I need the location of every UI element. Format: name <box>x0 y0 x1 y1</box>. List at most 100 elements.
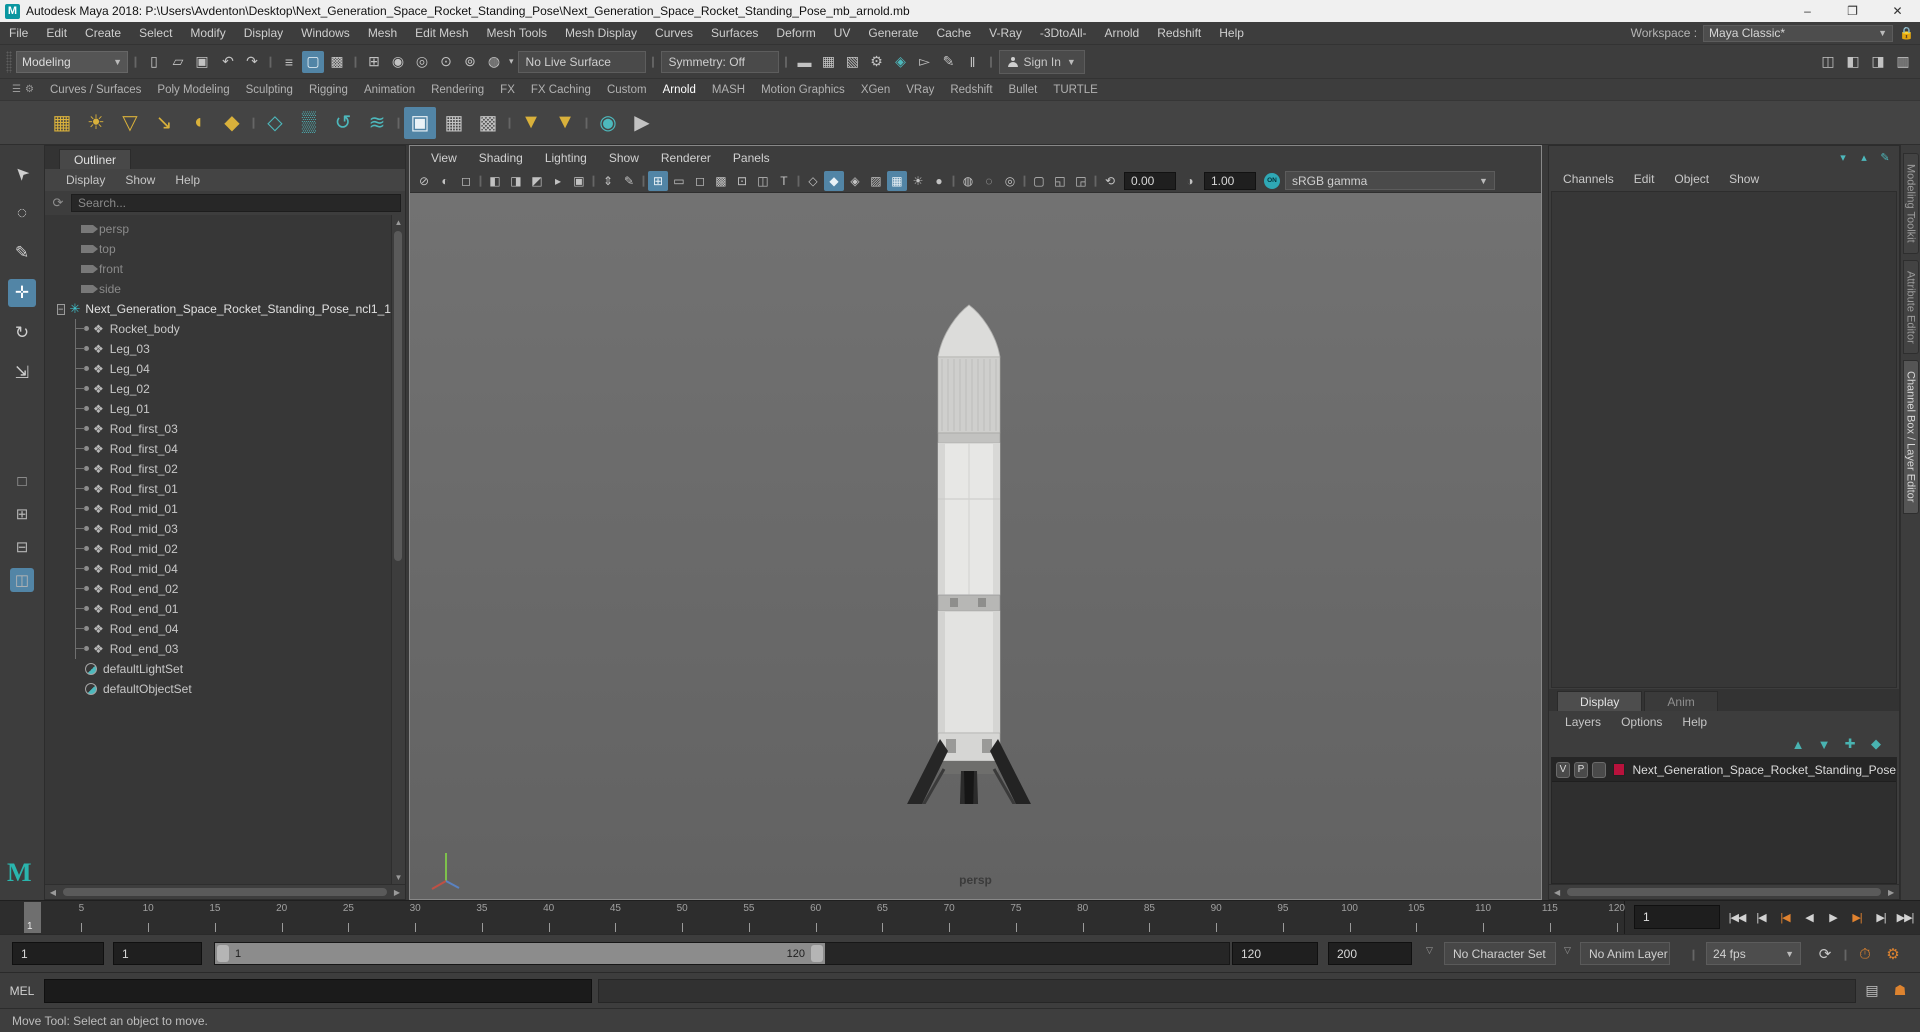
move-tool-icon[interactable]: ✛ <box>7 279 36 307</box>
viewport-shadows-icon[interactable]: ● <box>929 171 949 191</box>
layer-menu-help[interactable]: Help <box>1672 715 1717 729</box>
menu-set-selector[interactable]: Modeling ▼ <box>16 50 128 73</box>
viewport-lock-camera-icon[interactable]: ◨ <box>506 171 526 191</box>
viewport-dim-box-icon[interactable]: ◻ <box>456 171 476 191</box>
shelf-operator-graph-icon[interactable]: ↺ <box>327 107 359 139</box>
viewport-canvas[interactable]: persp <box>409 193 1542 899</box>
go-to-start-button[interactable]: |◀◀ <box>1726 904 1748 930</box>
viewport-increase-manip-icon[interactable]: ◱ <box>1050 171 1070 191</box>
outliner-item-rod-first-02[interactable]: ❖ Rod_first_02 <box>45 459 391 479</box>
outliner-item-rod-first-01[interactable]: ❖ Rod_first_01 <box>45 479 391 499</box>
outliner-item-group[interactable]: − ✳ Next_Generation_Space_Rocket_Standing_… <box>45 299 391 319</box>
outliner-item-leg-02[interactable]: ❖ Leg_02 <box>45 379 391 399</box>
contrast-field[interactable]: 1.00 <box>1203 171 1256 190</box>
menu-redshift[interactable]: Redshift <box>1148 26 1210 40</box>
viewport-camera-attributes-icon[interactable]: ◩ <box>527 171 547 191</box>
sign-in-button[interactable]: Sign In ▼ <box>998 49 1085 74</box>
layer-display-type-toggle[interactable] <box>1591 761 1606 778</box>
menu-file[interactable]: File <box>0 26 37 40</box>
group-divider[interactable] <box>783 52 790 72</box>
menu-generate[interactable]: Generate <box>859 26 927 40</box>
scroll-left-icon[interactable]: ◀ <box>45 888 61 897</box>
viewport-menu-panels[interactable]: Panels <box>722 151 781 165</box>
viewport-decrease-manip-icon[interactable]: ◲ <box>1071 171 1091 191</box>
shelf-area-light-icon[interactable]: ▦ <box>46 107 78 139</box>
live-surface-field[interactable]: No Live Surface <box>517 50 646 73</box>
shelf-render-sequence-icon[interactable]: ▶ <box>626 107 658 139</box>
recent-commands-icon[interactable]: ☗ <box>1890 981 1910 1001</box>
persp-outliner-layout-button[interactable]: ◫ <box>9 568 34 592</box>
status-make-live-icon[interactable]: ◍ <box>483 51 505 73</box>
viewport-menu-lighting[interactable]: Lighting <box>534 151 598 165</box>
chevron-down-icon[interactable]: ▽ <box>1426 945 1433 956</box>
status-hypershade-icon[interactable]: ◈ <box>890 51 912 73</box>
viewport-occlusion-icon[interactable]: ◍ <box>958 171 978 191</box>
four-pane-layout-button[interactable]: ⊞ <box>10 502 34 526</box>
outliner-search-input[interactable]: Search... <box>70 194 401 212</box>
shelf-directional-light-icon[interactable]: ↘ <box>148 107 180 139</box>
layer-color-swatch[interactable] <box>1612 763 1625 776</box>
lasso-tool-icon[interactable]: ◌ <box>8 199 36 227</box>
shelf-skydome-light-icon[interactable]: ◖ <box>182 107 214 139</box>
shelf-export-selected-icon[interactable]: ▼ <box>549 107 581 139</box>
outliner-horizontal-scrollbar[interactable]: ◀ ▶ <box>44 884 405 899</box>
range-slider-range[interactable]: 1 120 <box>215 943 825 964</box>
anim-layer-selector[interactable]: No Anim Layer <box>1580 942 1670 965</box>
perspective-viewport[interactable]: View Shading Lighting Show Renderer Panels ⊘ ◐… <box>408 145 1543 900</box>
outliner-item-rod-mid-01[interactable]: ❖ Rod_mid_01 <box>45 499 391 519</box>
viewport-pan-zoom-icon[interactable]: ⇕ <box>598 171 618 191</box>
shelf-standin-icon[interactable]: ◇ <box>259 107 291 139</box>
status-select-component-icon[interactable]: ▩ <box>326 51 348 73</box>
status-snap-grid-icon[interactable]: ⊞ <box>363 51 385 73</box>
layer-move-layer-down-icon[interactable]: ▼ <box>1815 735 1833 753</box>
status-light-editor-icon[interactable]: ▻ <box>914 51 936 73</box>
viewport-select-camera-icon[interactable]: ◧ <box>485 171 505 191</box>
channelbox-speed-slow-icon[interactable]: ▾ <box>1835 149 1851 165</box>
viewport-gate-mask-icon[interactable]: ▩ <box>711 171 731 191</box>
scroll-right-icon[interactable]: ▶ <box>389 888 405 897</box>
group-divider[interactable] <box>988 52 995 72</box>
layer-editor-tab-display[interactable]: Display <box>1557 691 1643 711</box>
shelf-tab-mash[interactable]: MASH <box>704 84 753 96</box>
viewport-menu-shading[interactable]: Shading <box>468 151 534 165</box>
mel-label[interactable]: MEL <box>6 984 38 998</box>
outliner-menu-show[interactable]: Show <box>116 173 164 187</box>
step-forward-key-button[interactable]: ▶| <box>1846 904 1868 930</box>
timeline-ruler[interactable]: 1 5 10 15 20 25 30 35 40 45 50 55 60 65 70 75 80 85 90 95 1… <box>0 901 1625 934</box>
status-modeling-toolkit-toggle-icon[interactable]: ◫ <box>1817 51 1839 73</box>
outliner-item-rod-mid-02[interactable]: ❖ Rod_mid_02 <box>45 539 391 559</box>
viewport-smooth-shade-icon[interactable]: ◆ <box>823 170 844 191</box>
outliner-item-rod-end-02[interactable]: ❖ Rod_end_02 <box>45 579 391 599</box>
shelf-tab-arnold[interactable]: Arnold <box>655 84 704 96</box>
channelbox-menu-show[interactable]: Show <box>1719 172 1769 186</box>
status-snap-curve-icon[interactable]: ◉ <box>387 51 409 73</box>
channelbox-channel-edit-icon[interactable]: ✎ <box>1877 149 1893 165</box>
scale-tool-icon[interactable]: ⇲ <box>8 359 36 387</box>
play-backwards-button[interactable]: ◀ <box>1798 904 1820 930</box>
mel-input-field[interactable] <box>44 978 592 1003</box>
menu-select[interactable]: Select <box>130 26 181 40</box>
viewport-menu-renderer[interactable]: Renderer <box>650 151 722 165</box>
menu-mesh[interactable]: Mesh <box>359 26 406 40</box>
menu-mesh-tools[interactable]: Mesh Tools <box>478 26 556 40</box>
select-tool-icon[interactable]: ➤ <box>2 153 42 193</box>
viewport-wireframe-on-shaded-icon[interactable]: ◈ <box>845 171 865 191</box>
outliner-tab[interactable]: Outliner <box>58 149 131 169</box>
fps-selector[interactable]: 24 fps ▼ <box>1706 942 1801 965</box>
outliner-item-leg-03[interactable]: ❖ Leg_03 <box>45 339 391 359</box>
layer-editor-tab-anim[interactable]: Anim <box>1644 691 1718 711</box>
scroll-right-icon[interactable]: ▶ <box>1883 888 1899 897</box>
layer-horizontal-scrollbar[interactable]: ◀ ▶ <box>1549 884 1900 899</box>
shelf-menu-icon[interactable]: ☰ <box>12 84 21 95</box>
layer-visibility-toggle[interactable]: V <box>1556 761 1570 778</box>
viewport-dim-sphere-icon[interactable]: ◐ <box>435 171 455 191</box>
gamma-toggle-icon[interactable]: ON <box>1263 172 1280 189</box>
collapse-icon[interactable]: − <box>57 303 65 315</box>
chevron-down-icon[interactable]: ▾ <box>509 56 514 67</box>
layer-playback-toggle[interactable]: P <box>1574 761 1588 778</box>
viewport-textured-icon[interactable]: ▨ <box>866 171 886 191</box>
step-back-frame-button[interactable]: |◀ <box>1750 904 1772 930</box>
outliner-menu-display[interactable]: Display <box>57 173 114 187</box>
outliner-item-defaultlightset[interactable]: defaultLightSet <box>45 659 391 679</box>
menu-curves[interactable]: Curves <box>646 26 702 40</box>
